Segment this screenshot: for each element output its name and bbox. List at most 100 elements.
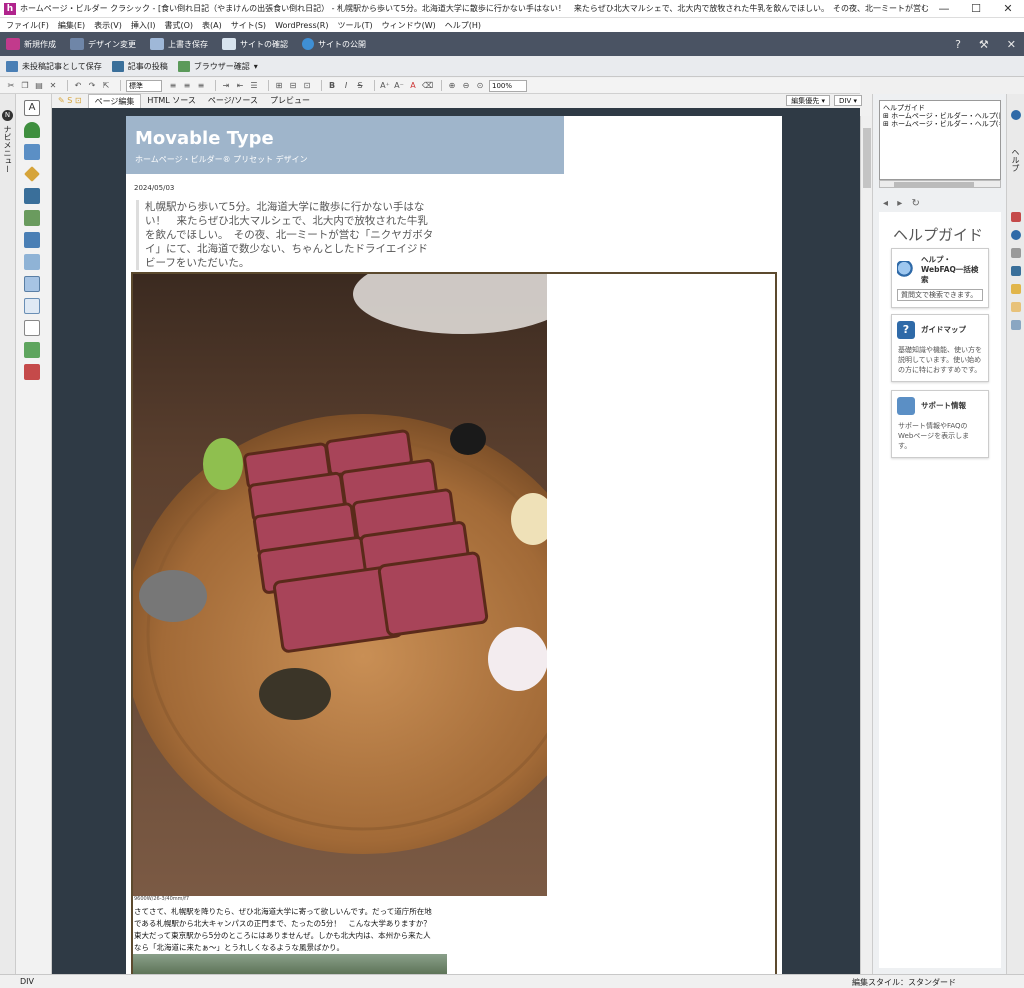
pen-icon[interactable]	[24, 166, 40, 182]
help-icon[interactable]: ?	[955, 38, 961, 51]
second-photo[interactable]	[133, 954, 447, 974]
outdent-icon[interactable]: ⇤	[235, 81, 245, 91]
menu-format[interactable]: 書式(O)	[164, 20, 193, 31]
table-icon[interactable]: ⊞	[274, 81, 284, 91]
redo-icon[interactable]: ↷	[87, 81, 97, 91]
external-icon[interactable]: ⇱	[101, 81, 111, 91]
help-strip-label[interactable]: ヘルプ	[1010, 148, 1021, 172]
tab-page-edit[interactable]: ページ編集	[87, 94, 142, 108]
image-icon[interactable]	[24, 144, 40, 160]
align-left-icon[interactable]: ≡	[168, 81, 178, 91]
form-icon[interactable]	[24, 342, 40, 358]
scrollbar-thumb[interactable]	[863, 128, 871, 188]
menu-insert[interactable]: 挿入(I)	[131, 20, 156, 31]
indent-icon[interactable]: ⇥	[221, 81, 231, 91]
note-icon[interactable]	[1010, 302, 1021, 312]
post-article-button[interactable]: 記事の投稿	[111, 60, 168, 72]
undo-icon[interactable]: ↶	[73, 81, 83, 91]
share-icon[interactable]	[1010, 266, 1021, 276]
maximize-button[interactable]: ☐	[960, 0, 992, 18]
picture-icon[interactable]	[24, 210, 40, 226]
paste-icon[interactable]: ▤	[34, 81, 44, 91]
movie-icon[interactable]	[24, 188, 40, 204]
font-color-icon[interactable]: A	[408, 81, 418, 91]
tree-item[interactable]: ⊞ ホームページ・ビルダー・ヘルプ(目次)	[883, 112, 1000, 120]
menu-file[interactable]: ファイル(F)	[6, 20, 49, 31]
eraser-icon[interactable]: ⌫	[422, 81, 433, 91]
new-button[interactable]: 新規作成	[6, 38, 56, 50]
navigation-icon[interactable]: N	[2, 110, 13, 121]
folder-icon[interactable]	[1010, 284, 1021, 294]
support-card[interactable]: サポート情報 サポート情報やFAQのWebページを表示します。	[891, 390, 989, 458]
page-icon[interactable]	[24, 320, 40, 336]
font-larger-icon[interactable]: A⁺	[380, 81, 390, 91]
site-check-button[interactable]: サイトの確認	[222, 38, 288, 50]
search-card[interactable]: ヘルプ・WebFAQ一括検索 質問文で検索できます。	[891, 248, 989, 308]
div-select[interactable]: DIV ▾	[834, 95, 862, 106]
zoom-select[interactable]: 100%	[489, 79, 527, 92]
list-icon[interactable]: ☰	[249, 81, 259, 91]
font-smaller-icon[interactable]: A⁻	[394, 81, 404, 91]
cut-icon[interactable]: ✂	[6, 81, 16, 91]
paragraph-style-select[interactable]: 標準	[126, 79, 162, 92]
forward-icon[interactable]: ▸	[897, 198, 902, 209]
italic-icon[interactable]: I	[341, 81, 351, 91]
menu-help[interactable]: ヘルプ(H)	[445, 20, 481, 31]
people-icon[interactable]	[1010, 212, 1021, 222]
copy-icon[interactable]: ❐	[20, 81, 30, 91]
menu-edit[interactable]: 編集(E)	[58, 20, 85, 31]
tree-item[interactable]: ヘルプガイド	[883, 104, 997, 112]
chevron-down-icon[interactable]: ▾	[254, 62, 258, 71]
zoom-reset-icon[interactable]: ⊙	[475, 81, 485, 91]
merge-icon[interactable]: ⊡	[302, 81, 312, 91]
minimize-button[interactable]: —	[928, 0, 960, 18]
editor-scrollbar[interactable]	[860, 116, 872, 974]
guide-map-card[interactable]: ? ガイドマップ 基礎知識や機能、使い方を説明しています。使い始めの方に特におす…	[891, 314, 989, 382]
gallery-icon[interactable]	[24, 232, 40, 248]
zoom-out-icon[interactable]: ⊖	[461, 81, 471, 91]
design-change-button[interactable]: デザイン変更	[70, 38, 136, 50]
split-icon[interactable]: ⊟	[288, 81, 298, 91]
zoom-in-icon[interactable]: ⊕	[447, 81, 457, 91]
person-icon[interactable]	[24, 122, 40, 138]
menu-view[interactable]: 表示(V)	[94, 20, 122, 31]
web-icon[interactable]	[1010, 230, 1021, 240]
site-publish-button[interactable]: サイトの公開	[302, 38, 366, 50]
strikethrough-icon[interactable]: S	[355, 81, 365, 91]
bold-icon[interactable]: B	[327, 81, 337, 91]
close-panel-icon[interactable]: ✕	[1007, 38, 1016, 51]
save-unposted-button[interactable]: 未投稿記事として保存	[6, 60, 102, 72]
tree-scrollbar[interactable]	[879, 180, 1001, 188]
tab-html-source[interactable]: HTML ソース	[141, 94, 201, 108]
code-icon[interactable]	[1010, 320, 1021, 330]
list-insert-icon[interactable]	[24, 298, 40, 314]
menu-site[interactable]: サイト(S)	[231, 20, 266, 31]
tab-preview[interactable]: プレビュー	[264, 94, 316, 108]
back-icon[interactable]: ◂	[883, 198, 888, 209]
edit-page[interactable]: Movable Type ホームページ・ビルダー® プリセット デザイン 202…	[126, 116, 782, 974]
beef-photo[interactable]	[133, 274, 547, 896]
cart-icon[interactable]	[24, 364, 40, 380]
delete-icon[interactable]: ✕	[48, 81, 58, 91]
help-tree[interactable]: ヘルプガイド ⊞ ホームページ・ビルダー・ヘルプ(目次) ⊞ ホームページ・ビル…	[879, 100, 1001, 180]
overwrite-save-button[interactable]: 上書き保存	[150, 38, 208, 50]
help-search-input[interactable]: 質問文で検索できます。	[897, 289, 983, 301]
text-icon[interactable]: A	[24, 100, 40, 116]
close-button[interactable]: ✕	[992, 0, 1024, 18]
align-center-icon[interactable]: ≡	[182, 81, 192, 91]
navigation-label[interactable]: ナビメニュー	[2, 125, 13, 173]
tab-pencil-icon[interactable]: ✎ S ⊡	[52, 94, 88, 108]
tag-icon[interactable]	[1010, 248, 1021, 258]
refresh-icon[interactable]: ↻	[911, 198, 919, 209]
tools-icon[interactable]: ⚒	[979, 38, 989, 51]
edit-priority-select[interactable]: 編集優先 ▾	[786, 95, 831, 106]
menu-table[interactable]: 表(A)	[202, 20, 222, 31]
menu-wordpress[interactable]: WordPress(R)	[275, 21, 328, 30]
tab-page-source[interactable]: ページ/ソース	[202, 94, 264, 108]
menu-window[interactable]: ウィンドウ(W)	[382, 20, 436, 31]
layout-icon[interactable]	[24, 254, 40, 270]
tree-scrollbar-thumb[interactable]	[894, 182, 974, 187]
table-insert-icon[interactable]	[24, 276, 40, 292]
menu-tools[interactable]: ツール(T)	[337, 20, 372, 31]
align-right-icon[interactable]: ≡	[196, 81, 206, 91]
